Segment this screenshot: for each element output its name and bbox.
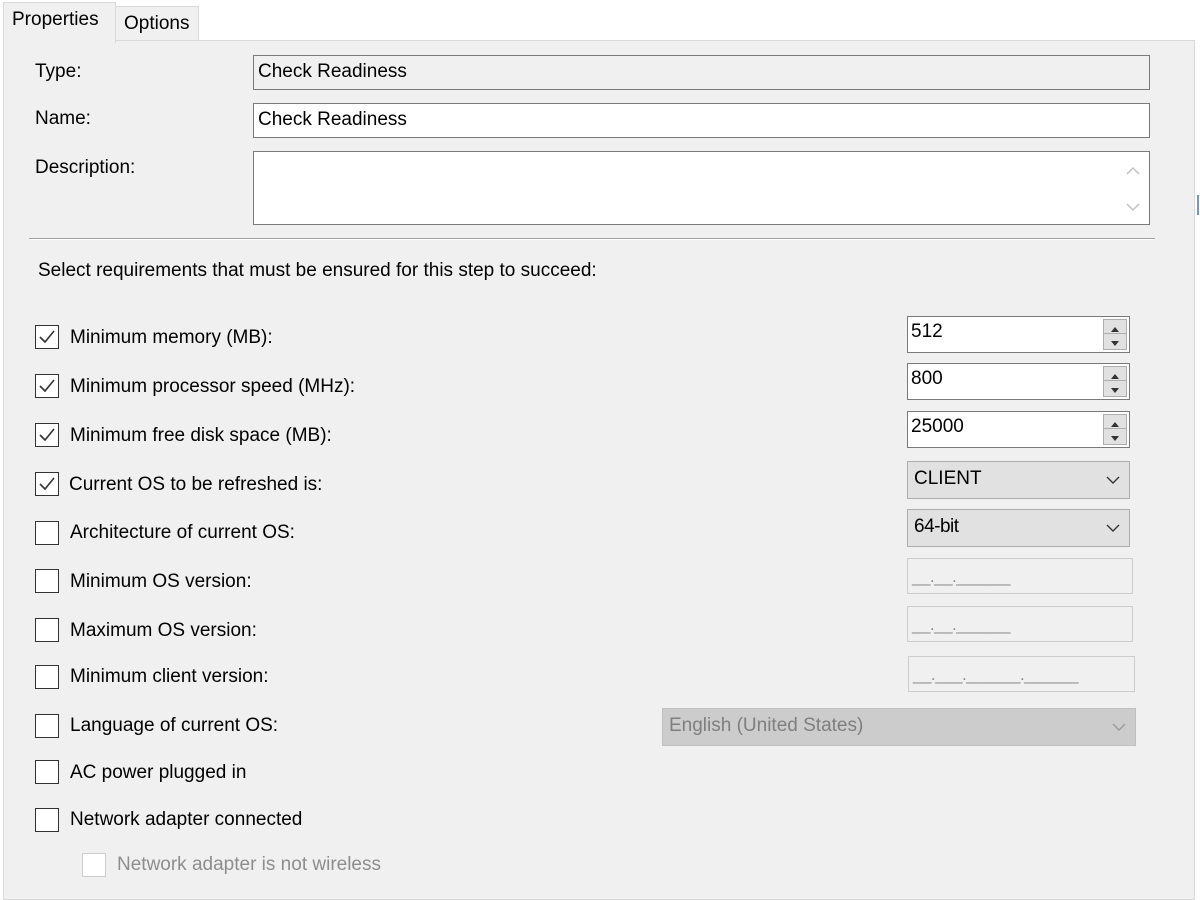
min-os-version-checkbox[interactable] — [35, 569, 59, 593]
language-dropdown[interactable]: English (United States) — [662, 708, 1136, 746]
architecture-dropdown[interactable]: 64-bit — [907, 509, 1130, 547]
chevron-down-icon — [1106, 524, 1120, 532]
current-os-value: CLIENT — [914, 468, 982, 489]
name-label: Name: — [35, 108, 91, 129]
current-os-label: Current OS to be refreshed is: — [69, 474, 323, 495]
chevron-down-icon — [1106, 476, 1120, 484]
min-disk-label: Minimum free disk space (MB): — [70, 425, 332, 446]
max-os-version-checkbox[interactable] — [35, 618, 59, 642]
checkmark-icon — [39, 477, 55, 491]
separator — [29, 238, 1155, 240]
architecture-value: 64-bit — [914, 516, 959, 537]
min-processor-checkbox[interactable] — [35, 374, 59, 398]
min-disk-value: 25000 — [911, 416, 964, 437]
description-label: Description: — [35, 157, 136, 178]
max-os-version-input[interactable]: __.__.______ — [907, 606, 1133, 642]
description-scrollbar[interactable] — [1118, 153, 1148, 223]
min-memory-label: Minimum memory (MB): — [70, 327, 273, 348]
scroll-down-icon[interactable] — [1124, 199, 1142, 217]
architecture-checkbox[interactable] — [35, 521, 59, 545]
checkmark-icon — [39, 330, 55, 344]
language-checkbox[interactable] — [35, 714, 59, 738]
checkmark-icon — [39, 379, 55, 393]
spin-down-icon[interactable] — [1104, 335, 1126, 349]
min-disk-spinner[interactable]: 25000 — [907, 411, 1130, 448]
min-client-version-label: Minimum client version: — [70, 666, 269, 687]
scroll-up-icon[interactable] — [1124, 163, 1142, 181]
chevron-down-icon — [1112, 723, 1126, 731]
network-connected-label: Network adapter connected — [70, 809, 303, 830]
spin-up-icon[interactable] — [1104, 367, 1126, 381]
window-edge — [1196, 0, 1200, 896]
tab-strip: Properties Options — [0, 0, 1200, 43]
min-memory-value: 512 — [911, 321, 943, 342]
type-label: Type: — [35, 61, 82, 82]
min-client-version-input[interactable]: __.___.______.______ — [908, 656, 1135, 692]
min-disk-checkbox[interactable] — [35, 423, 59, 447]
min-processor-value: 800 — [911, 368, 943, 389]
min-os-version-input[interactable]: __.__.______ — [907, 558, 1133, 594]
min-client-version-checkbox[interactable] — [35, 665, 59, 689]
name-input[interactable]: Check Readiness — [253, 103, 1150, 138]
tab-properties[interactable]: Properties — [3, 2, 116, 43]
network-not-wireless-label: Network adapter is not wireless — [117, 854, 381, 875]
max-os-version-label: Maximum OS version: — [70, 620, 257, 641]
network-connected-checkbox[interactable] — [35, 808, 59, 832]
min-processor-spinner[interactable]: 800 — [907, 363, 1130, 400]
language-label: Language of current OS: — [70, 715, 279, 736]
architecture-label: Architecture of current OS: — [70, 522, 295, 543]
ac-power-checkbox[interactable] — [35, 760, 59, 784]
current-os-dropdown[interactable]: CLIENT — [907, 461, 1130, 499]
ac-power-label: AC power plugged in — [70, 762, 247, 783]
spin-up-icon[interactable] — [1104, 320, 1126, 334]
type-field: Check Readiness — [253, 55, 1150, 90]
tab-options[interactable]: Options — [115, 6, 199, 40]
description-textarea[interactable] — [253, 151, 1150, 225]
language-value: English (United States) — [669, 715, 864, 736]
spin-down-icon[interactable] — [1104, 430, 1126, 444]
min-memory-checkbox[interactable] — [35, 325, 59, 349]
checkmark-icon — [39, 428, 55, 442]
spin-down-icon[interactable] — [1104, 382, 1126, 396]
min-processor-label: Minimum processor speed (MHz): — [70, 376, 356, 397]
network-not-wireless-checkbox[interactable] — [82, 853, 106, 877]
spin-up-icon[interactable] — [1104, 415, 1126, 429]
current-os-checkbox[interactable] — [35, 472, 59, 496]
min-memory-spinner[interactable]: 512 — [907, 316, 1130, 353]
min-os-version-label: Minimum OS version: — [70, 571, 252, 592]
requirements-heading: Select requirements that must be ensured… — [38, 260, 597, 281]
